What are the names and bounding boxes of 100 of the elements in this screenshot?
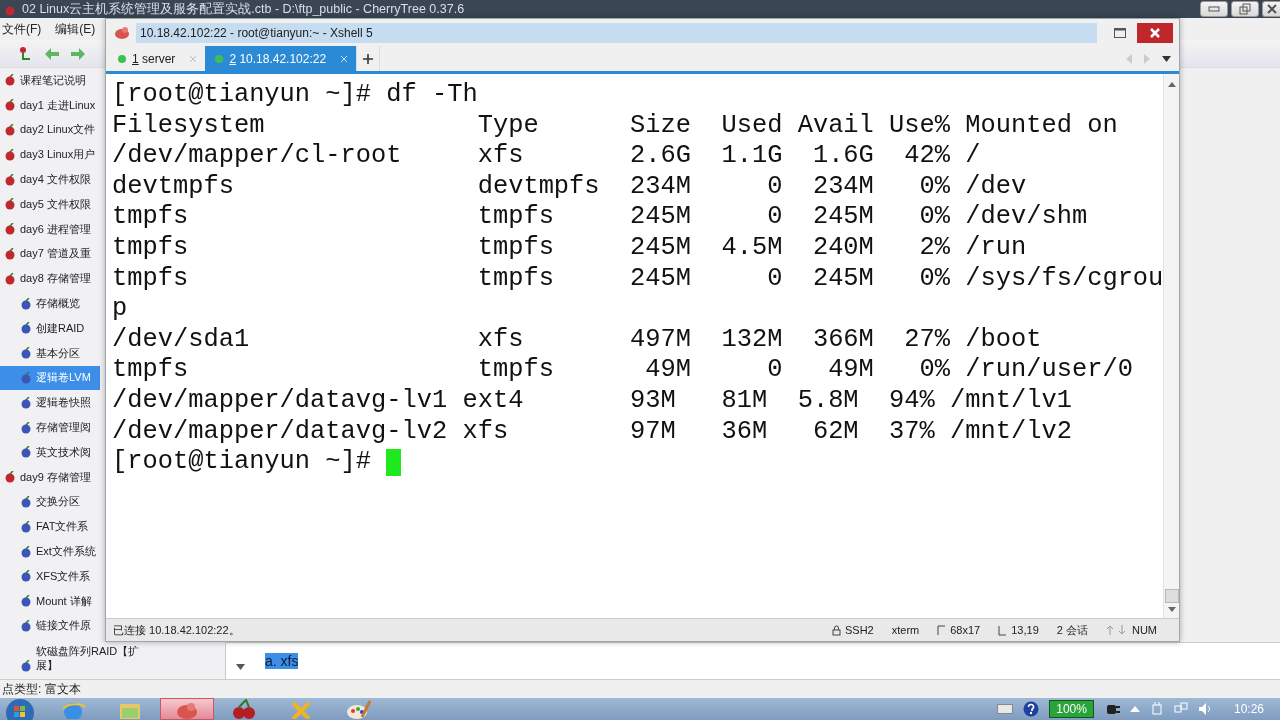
minimize-button[interactable] [1200, 1, 1228, 17]
terminal-line: [root@tianyun ~]# [112, 447, 373, 478]
cherry-icon [4, 99, 16, 112]
num-lock-label: NUM [1131, 624, 1157, 636]
caret-icon[interactable] [236, 664, 245, 670]
berry-icon [20, 347, 32, 360]
terminal-line: /dev/mapper/datavg-lv1 ext4 93M 81M 5.8M 94% /mnt/lv1 [112, 385, 1072, 417]
resize-icon [937, 624, 947, 636]
tree-item[interactable]: 基本分区 [0, 340, 100, 366]
berry-icon [20, 495, 32, 508]
tree-item[interactable]: FAT文件系 [0, 514, 100, 540]
tree-item[interactable]: 交换分区 [0, 489, 100, 515]
tree-item[interactable]: Ext文件系统 [0, 539, 100, 564]
tree-item[interactable]: 存储概览 [0, 291, 100, 316]
tree-item[interactable]: XFS文件系 [0, 563, 100, 589]
cursor-position-icon [998, 624, 1008, 636]
terminal-line: tmpfs tmpfs 49M 0 49M 0% /run/user/0 [112, 355, 1133, 386]
tree-item[interactable]: 课程笔记说明 [0, 68, 100, 93]
forward-arrow-icon[interactable] [70, 46, 86, 61]
cherry-icon [4, 223, 16, 236]
tree-item[interactable]: day2 Linux文件 [0, 117, 100, 143]
window-title: 10.18.42.102:22 - root@tianyun:~ - Xshell 5 [140, 25, 373, 40]
berry-icon [20, 595, 32, 608]
status-text: 点类型: 富文本 [2, 680, 81, 698]
cherry-icon [4, 124, 16, 136]
back-arrow-icon[interactable] [44, 46, 60, 61]
tree-item[interactable]: 软磁盘阵列RAID【扩展】 [0, 638, 200, 675]
tree-item[interactable]: day5 文件权限 [0, 192, 100, 217]
close-icon[interactable] [340, 54, 349, 63]
terminal-line: p [112, 294, 128, 325]
tree-item[interactable]: day3 Linux用户 [0, 142, 100, 168]
close-icon [1266, 3, 1278, 15]
cherry-icon [4, 272, 16, 285]
position-label: 13,19 [1011, 624, 1039, 636]
show-hidden-icon[interactable] [1129, 706, 1140, 712]
tree-item[interactable]: 链接文件原 [0, 613, 100, 639]
close-button[interactable] [1137, 22, 1173, 43]
restore-icon [1239, 3, 1251, 15]
status-dot-icon [215, 54, 224, 63]
network-icon[interactable] [1173, 702, 1188, 716]
berry-icon [20, 619, 32, 632]
berry-icon [20, 322, 32, 335]
berry-icon [20, 660, 32, 673]
terminal-line: tmpfs tmpfs 245M 4.5M 240M 2% /run [112, 232, 1027, 264]
berry-icon [20, 520, 32, 533]
cherry-icon [4, 198, 16, 211]
up-arrow-icon[interactable] [1167, 82, 1176, 87]
berry-icon [20, 446, 32, 459]
cherry-icon [4, 471, 16, 484]
terminal-line: [root@tianyun ~]# df -Th [112, 80, 478, 111]
close-button[interactable] [1262, 1, 1280, 17]
tree-item[interactable]: 存储管理阅 [0, 415, 100, 440]
cherry-icon [4, 173, 16, 186]
add-tab-button[interactable] [356, 46, 381, 71]
terminal-line: devtmpfs devtmpfs 234M 0 234M 0% /dev [112, 171, 1027, 203]
terminal-line: /dev/mapper/cl-root xfs 2.6G 1.1G 1.6G 42% / [112, 141, 981, 172]
berry-icon [20, 545, 32, 558]
tree-item[interactable]: day9 存储管理 [0, 464, 100, 490]
tree-item[interactable]: day7 管道及重 [0, 241, 100, 267]
berry-icon [20, 371, 32, 384]
berry-icon [20, 421, 32, 434]
plus-icon [363, 53, 374, 64]
terminal-line: tmpfs tmpfs 245M 0 245M 0% /dev/shm [112, 202, 1088, 233]
scrollbar-thumb[interactable] [1164, 589, 1179, 603]
terminal-line: tmpfs tmpfs 245M 0 245M 0% /sys/fs/cgrou [112, 263, 1164, 295]
session-tab[interactable]: 2 10.18.42.102:22 [205, 46, 357, 71]
terminal-line: /dev/mapper/datavg-lv2 xfs 97M 36M 62M 37% /mnt/lv2 [112, 416, 1072, 448]
cursor-icon [386, 448, 402, 476]
palette-icon [344, 699, 372, 719]
tree-item[interactable]: 创建RAID [0, 315, 100, 341]
tree-item[interactable]: Mount 详解 [0, 588, 100, 614]
berry-icon [20, 297, 32, 310]
editor-text: a. xfs [265, 653, 299, 669]
terminal-line: /dev/sda1 xfs 497M 132M 366M 27% /boot [112, 324, 1042, 356]
down-arrow-icon[interactable] [1167, 607, 1176, 612]
tree-item[interactable]: day8 存储管理 [0, 266, 100, 292]
menu-item[interactable]: 编辑(E) [55, 20, 96, 38]
cherry-icon [230, 699, 258, 719]
windows-logo-icon [5, 698, 35, 720]
maximize-icon [1114, 27, 1126, 38]
close-icon[interactable] [189, 54, 198, 63]
tree-item[interactable]: 英文技术阅 [0, 439, 100, 465]
window-title: 02 Linux云主机系统管理及服务配置实战.ctb - D:\ftp_public - CherryTree 0.37.6 [22, 2, 465, 16]
tree-item[interactable]: day6 进程管理 [0, 216, 100, 242]
taskbar-app[interactable] [160, 698, 214, 720]
tree-item[interactable]: day1 走进Linux [0, 92, 100, 118]
close-icon [1149, 26, 1161, 39]
protocol-label: SSH2 [845, 624, 874, 636]
tree-item[interactable]: day4 文件权限 [0, 167, 100, 192]
terminal-line: Filesystem Type Size Used Avail Use% Mounted on [112, 110, 1118, 142]
volume-icon[interactable] [1197, 702, 1212, 716]
menu-item[interactable]: 文件(F) [2, 20, 42, 38]
tree-item[interactable]: 逻辑卷快照 [0, 390, 100, 416]
app-icon [114, 25, 130, 40]
dropdown-icon[interactable] [1162, 55, 1171, 62]
terminal-type-label: xterm [891, 624, 920, 636]
cherry-icon [4, 148, 16, 161]
scrollbar[interactable] [1163, 74, 1179, 618]
restore-button[interactable] [1231, 1, 1259, 17]
help-icon[interactable] [1023, 701, 1040, 717]
